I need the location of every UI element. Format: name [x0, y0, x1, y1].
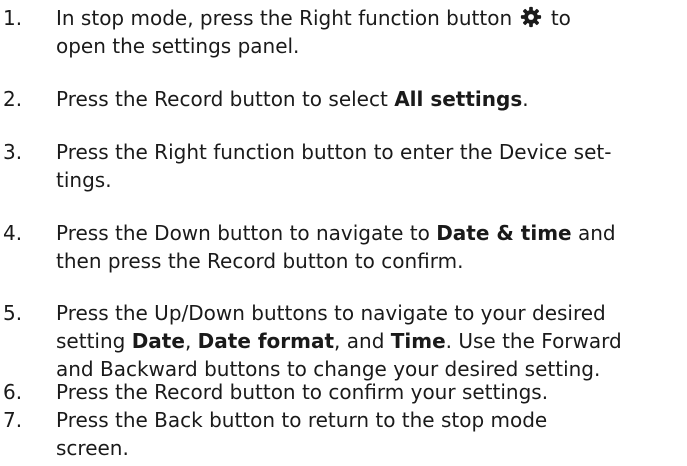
step-text-line: Press the Right function button to enter…: [56, 140, 612, 164]
step-number: 1.: [3, 6, 23, 30]
step-number: 4.: [3, 221, 23, 245]
step-text-line: then press the Record button to confirm.: [56, 249, 464, 273]
step-text-line: Press the Record button to select: [56, 87, 395, 111]
step-text-line: to: [550, 6, 571, 30]
gear-icon: [520, 6, 542, 28]
step-text-line: and: [571, 221, 616, 245]
step-number: 5.: [3, 301, 23, 325]
step-text: Press the Down button to navigate to Dat…: [56, 219, 686, 275]
step-number: 3.: [3, 140, 23, 164]
step-text-line: tings.: [56, 168, 112, 192]
step-text-line: screen.: [56, 436, 129, 460]
step-text: Press the Record button to confirm your …: [56, 380, 549, 404]
step-text: Press the Record button to select All se…: [56, 85, 686, 113]
step-text-line: . Use the Forward: [445, 329, 622, 353]
step-text: Press the Up/Down buttons to navigate to…: [56, 299, 686, 383]
step-text-line: Press the Up/Down buttons to navigate to…: [56, 301, 606, 325]
bold-term-all-settings: All settings: [394, 87, 523, 111]
step-text: In stop mode, press the Right function b…: [56, 4, 686, 60]
bold-term-time: Time: [390, 329, 446, 353]
bold-term-date-time: Date & time: [436, 221, 572, 245]
step-number: 2.: [3, 87, 23, 111]
step-text-line: , and: [334, 329, 391, 353]
step-number: 7.: [3, 408, 23, 432]
bold-term-date: Date: [131, 329, 185, 353]
step-text-line: Press the Back button to return to the s…: [56, 408, 548, 432]
step-text-line: In stop mode, press the Right function b…: [56, 6, 513, 30]
step-text-line: ,: [184, 329, 198, 353]
instruction-steps: 1. In stop mode, press the Right functio…: [0, 0, 687, 466]
step-text: Press the Back button to return to the s…: [56, 406, 686, 462]
step-text-line: Press the Down button to navigate to: [56, 221, 437, 245]
step-text-line: setting: [56, 329, 132, 353]
bold-term-date-format: Date format: [197, 329, 335, 353]
step-text-line: .: [522, 87, 529, 111]
step-text: Press the Right function button to enter…: [56, 138, 686, 194]
step-text-line: open the settings panel.: [56, 34, 300, 58]
step-number: 6.: [3, 380, 23, 404]
